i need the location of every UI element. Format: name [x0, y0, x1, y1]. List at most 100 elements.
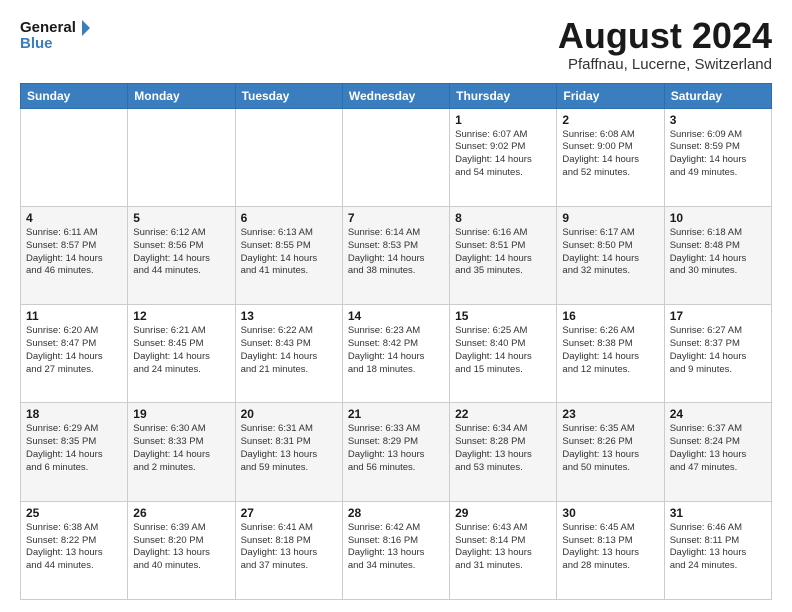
calendar-header-row: SundayMondayTuesdayWednesdayThursdayFrid…: [21, 83, 772, 108]
day-number: 14: [348, 309, 444, 323]
day-number: 20: [241, 407, 337, 421]
header: General Blue August 2024 Pfaffnau, Lucer…: [20, 16, 772, 73]
day-info: Sunrise: 6:45 AM Sunset: 8:13 PM Dayligh…: [562, 522, 658, 573]
day-number: 5: [133, 211, 229, 225]
svg-text:Blue: Blue: [20, 35, 53, 52]
subtitle: Pfaffnau, Lucerne, Switzerland: [558, 56, 772, 73]
day-number: 3: [670, 113, 766, 127]
week-row-4: 18 Sunrise: 6:29 AM Sunset: 8:35 PM Dayli…: [21, 403, 772, 501]
day-cell: 21 Sunrise: 6:33 AM Sunset: 8:29 PM Dayli…: [342, 403, 449, 501]
day-number: 19: [133, 407, 229, 421]
day-info: Sunrise: 6:14 AM Sunset: 8:53 PM Dayligh…: [348, 227, 444, 278]
logo: General Blue: [20, 16, 90, 54]
day-cell: 28 Sunrise: 6:42 AM Sunset: 8:16 PM Dayli…: [342, 501, 449, 599]
day-info: Sunrise: 6:21 AM Sunset: 8:45 PM Dayligh…: [133, 325, 229, 376]
day-cell: 1Sunrise: 6:07 AM Sunset: 9:02 PM Daylig…: [450, 108, 557, 206]
day-cell: 17Sunrise: 6:27 AM Sunset: 8:37 PM Dayli…: [664, 305, 771, 403]
day-info: Sunrise: 6:34 AM Sunset: 8:28 PM Dayligh…: [455, 423, 551, 474]
day-number: 15: [455, 309, 551, 323]
day-info: Sunrise: 6:22 AM Sunset: 8:43 PM Dayligh…: [241, 325, 337, 376]
calendar-table: SundayMondayTuesdayWednesdayThursdayFrid…: [20, 83, 772, 600]
day-cell: 22 Sunrise: 6:34 AM Sunset: 8:28 PM Dayli…: [450, 403, 557, 501]
day-number: 18: [26, 407, 122, 421]
week-row-3: 11 Sunrise: 6:20 AM Sunset: 8:47 PM Dayli…: [21, 305, 772, 403]
day-info: Sunrise: 6:37 AM Sunset: 8:24 PM Dayligh…: [670, 423, 766, 474]
day-cell: 31 Sunrise: 6:46 AM Sunset: 8:11 PM Dayli…: [664, 501, 771, 599]
day-cell: [128, 108, 235, 206]
day-info: Sunrise: 6:42 AM Sunset: 8:16 PM Dayligh…: [348, 522, 444, 573]
day-number: 8: [455, 211, 551, 225]
day-number: 22: [455, 407, 551, 421]
svg-text:General: General: [20, 19, 76, 36]
day-cell: 13Sunrise: 6:22 AM Sunset: 8:43 PM Dayli…: [235, 305, 342, 403]
day-cell: 8 Sunrise: 6:16 AM Sunset: 8:51 PM Daylig…: [450, 206, 557, 304]
logo-svg: General Blue: [20, 16, 90, 54]
header-tuesday: Tuesday: [235, 83, 342, 108]
day-info: Sunrise: 6:16 AM Sunset: 8:51 PM Dayligh…: [455, 227, 551, 278]
day-cell: 3 Sunrise: 6:09 AM Sunset: 8:59 PM Daylig…: [664, 108, 771, 206]
day-info: Sunrise: 6:30 AM Sunset: 8:33 PM Dayligh…: [133, 423, 229, 474]
day-number: 30: [562, 506, 658, 520]
header-saturday: Saturday: [664, 83, 771, 108]
day-number: 26: [133, 506, 229, 520]
day-info: Sunrise: 6:39 AM Sunset: 8:20 PM Dayligh…: [133, 522, 229, 573]
day-number: 23: [562, 407, 658, 421]
day-number: 6: [241, 211, 337, 225]
day-cell: [342, 108, 449, 206]
day-cell: 4 Sunrise: 6:11 AM Sunset: 8:57 PM Daylig…: [21, 206, 128, 304]
header-thursday: Thursday: [450, 83, 557, 108]
day-info: Sunrise: 6:27 AM Sunset: 8:37 PM Dayligh…: [670, 325, 766, 376]
day-number: 9: [562, 211, 658, 225]
day-number: 31: [670, 506, 766, 520]
page: General Blue August 2024 Pfaffnau, Lucer…: [0, 0, 792, 612]
day-cell: 16Sunrise: 6:26 AM Sunset: 8:38 PM Dayli…: [557, 305, 664, 403]
day-cell: 26 Sunrise: 6:39 AM Sunset: 8:20 PM Dayli…: [128, 501, 235, 599]
day-number: 16: [562, 309, 658, 323]
day-info: Sunrise: 6:23 AM Sunset: 8:42 PM Dayligh…: [348, 325, 444, 376]
day-cell: 23 Sunrise: 6:35 AM Sunset: 8:26 PM Dayli…: [557, 403, 664, 501]
main-title: August 2024: [558, 16, 772, 56]
day-cell: 27Sunrise: 6:41 AM Sunset: 8:18 PM Dayli…: [235, 501, 342, 599]
day-cell: 7 Sunrise: 6:14 AM Sunset: 8:53 PM Daylig…: [342, 206, 449, 304]
day-info: Sunrise: 6:12 AM Sunset: 8:56 PM Dayligh…: [133, 227, 229, 278]
day-number: 12: [133, 309, 229, 323]
day-cell: 20Sunrise: 6:31 AM Sunset: 8:31 PM Dayli…: [235, 403, 342, 501]
day-number: 7: [348, 211, 444, 225]
day-info: Sunrise: 6:25 AM Sunset: 8:40 PM Dayligh…: [455, 325, 551, 376]
header-friday: Friday: [557, 83, 664, 108]
day-cell: 12 Sunrise: 6:21 AM Sunset: 8:45 PM Dayli…: [128, 305, 235, 403]
day-cell: [235, 108, 342, 206]
day-info: Sunrise: 6:09 AM Sunset: 8:59 PM Dayligh…: [670, 129, 766, 180]
day-cell: 25Sunrise: 6:38 AM Sunset: 8:22 PM Dayli…: [21, 501, 128, 599]
day-number: 10: [670, 211, 766, 225]
day-number: 21: [348, 407, 444, 421]
day-info: Sunrise: 6:20 AM Sunset: 8:47 PM Dayligh…: [26, 325, 122, 376]
day-info: Sunrise: 6:35 AM Sunset: 8:26 PM Dayligh…: [562, 423, 658, 474]
header-sunday: Sunday: [21, 83, 128, 108]
week-row-2: 4 Sunrise: 6:11 AM Sunset: 8:57 PM Daylig…: [21, 206, 772, 304]
day-cell: 15 Sunrise: 6:25 AM Sunset: 8:40 PM Dayli…: [450, 305, 557, 403]
day-number: 24: [670, 407, 766, 421]
day-info: Sunrise: 6:17 AM Sunset: 8:50 PM Dayligh…: [562, 227, 658, 278]
day-cell: 2Sunrise: 6:08 AM Sunset: 9:00 PM Daylig…: [557, 108, 664, 206]
day-cell: 29Sunrise: 6:43 AM Sunset: 8:14 PM Dayli…: [450, 501, 557, 599]
day-info: Sunrise: 6:33 AM Sunset: 8:29 PM Dayligh…: [348, 423, 444, 474]
day-number: 29: [455, 506, 551, 520]
day-cell: 5 Sunrise: 6:12 AM Sunset: 8:56 PM Daylig…: [128, 206, 235, 304]
day-info: Sunrise: 6:11 AM Sunset: 8:57 PM Dayligh…: [26, 227, 122, 278]
day-cell: 9 Sunrise: 6:17 AM Sunset: 8:50 PM Daylig…: [557, 206, 664, 304]
day-info: Sunrise: 6:08 AM Sunset: 9:00 PM Dayligh…: [562, 129, 658, 180]
day-number: 27: [241, 506, 337, 520]
day-info: Sunrise: 6:29 AM Sunset: 8:35 PM Dayligh…: [26, 423, 122, 474]
day-cell: 19 Sunrise: 6:30 AM Sunset: 8:33 PM Dayli…: [128, 403, 235, 501]
day-number: 28: [348, 506, 444, 520]
day-info: Sunrise: 6:18 AM Sunset: 8:48 PM Dayligh…: [670, 227, 766, 278]
day-cell: 14 Sunrise: 6:23 AM Sunset: 8:42 PM Dayli…: [342, 305, 449, 403]
day-number: 11: [26, 309, 122, 323]
day-cell: [21, 108, 128, 206]
header-wednesday: Wednesday: [342, 83, 449, 108]
title-block: August 2024 Pfaffnau, Lucerne, Switzerla…: [558, 16, 772, 73]
day-cell: 18 Sunrise: 6:29 AM Sunset: 8:35 PM Dayli…: [21, 403, 128, 501]
day-info: Sunrise: 6:46 AM Sunset: 8:11 PM Dayligh…: [670, 522, 766, 573]
day-number: 4: [26, 211, 122, 225]
